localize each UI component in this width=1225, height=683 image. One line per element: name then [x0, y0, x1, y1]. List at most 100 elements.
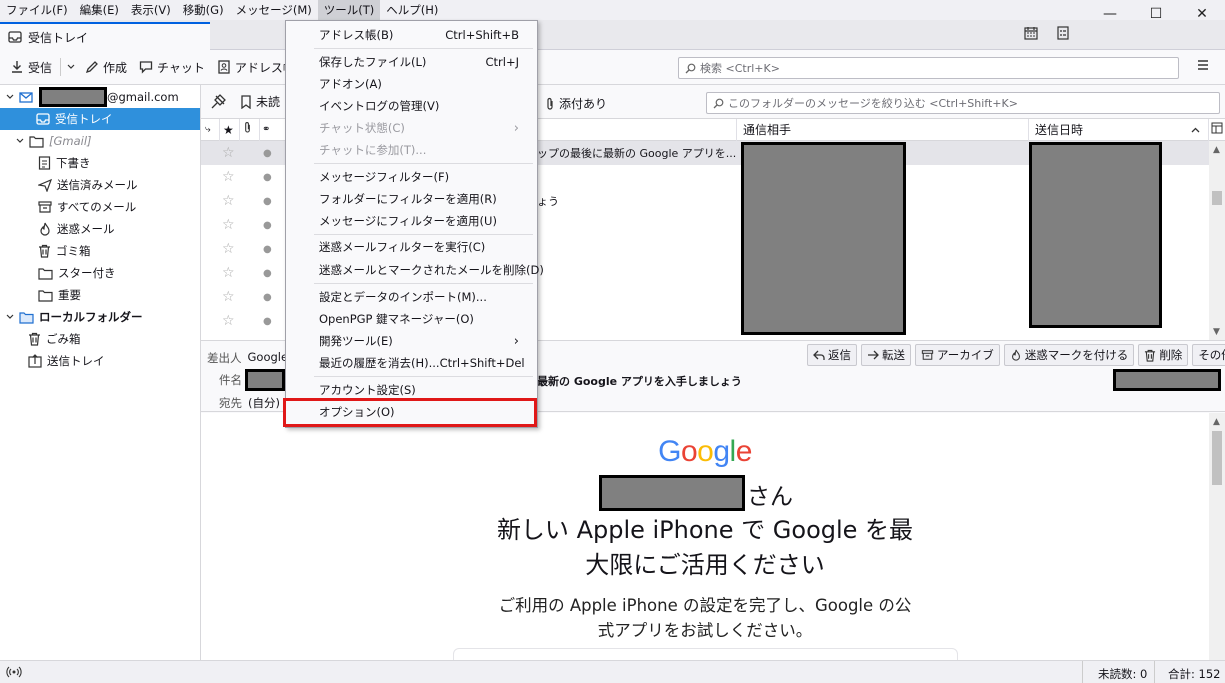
thread-column[interactable]: ⤷ — [201, 119, 217, 141]
column-picker[interactable] — [1208, 119, 1225, 141]
menu-edit[interactable]: 編集(E) — [74, 0, 125, 20]
star-column[interactable]: ★ — [219, 119, 237, 141]
menu-item-openpgp[interactable]: OpenPGP 鍵マネージャー(O) — [286, 308, 537, 330]
archive-button[interactable]: アーカイブ — [915, 344, 1000, 366]
read-status-icon[interactable]: ● — [263, 292, 272, 303]
star-icon[interactable]: ☆ — [222, 193, 235, 209]
correspondent-column[interactable]: 通信相手 — [736, 119, 1028, 141]
folder-local[interactable]: ローカルフォルダー — [0, 306, 200, 328]
folder-label: スター付き — [58, 266, 116, 280]
read-status-icon[interactable]: ● — [263, 172, 272, 183]
menu-help[interactable]: ヘルプ(H) — [380, 0, 444, 20]
tasks-icon[interactable] — [1056, 26, 1070, 40]
app-menu-button[interactable] — [1196, 58, 1210, 75]
read-status-icon[interactable]: ● — [263, 196, 272, 207]
folder-inbox[interactable]: 受信トレイ — [0, 108, 200, 130]
menu-item-event-log[interactable]: イベントログの管理(V) — [286, 95, 537, 117]
scroll-down-icon[interactable]: ▼ — [1213, 327, 1220, 337]
folder-label: [Gmail] — [49, 134, 92, 148]
calendar-icon[interactable] — [1024, 26, 1038, 40]
menu-item-address-book[interactable]: アドレス帳(B) Ctrl+Shift+B — [286, 24, 537, 46]
menu-item-apply-filters-folder[interactable]: フォルダーにフィルターを適用(R) — [286, 188, 537, 210]
menu-item-label: 設定とデータのインポート(M)... — [319, 290, 487, 304]
mark-junk-button[interactable]: 迷惑マークを付ける — [1003, 344, 1135, 366]
folder-drafts[interactable]: 下書き — [0, 152, 200, 174]
folder-sent[interactable]: 送信済みメール — [0, 174, 200, 196]
read-status-icon[interactable]: ● — [263, 220, 272, 231]
menu-item-clear-history[interactable]: 最近の履歴を消去(H)... Ctrl+Shift+Del — [286, 352, 537, 374]
chat-button[interactable]: チャット — [133, 54, 211, 80]
menu-item-dev-tools[interactable]: 開発ツール(E) › — [286, 330, 537, 352]
menu-item-message-filters[interactable]: メッセージフィルター(F) — [286, 166, 537, 188]
trash-icon — [1145, 349, 1156, 362]
tools-menu: アドレス帳(B) Ctrl+Shift+B 保存したファイル(L) Ctrl+J… — [285, 20, 544, 428]
folder-trash[interactable]: ゴミ箱 — [0, 240, 200, 262]
folder-label: 送信済みメール — [57, 178, 138, 192]
menu-item-saved-files[interactable]: 保存したファイル(L) Ctrl+J — [286, 51, 537, 73]
thread-scrollbar[interactable]: ▲ ▼ — [1209, 141, 1225, 340]
filter-attachments-button[interactable]: 添付あり — [545, 95, 607, 112]
menu-item-delete-junk[interactable]: 迷惑メールとマークされたメールを削除(D) — [286, 259, 544, 281]
date-column[interactable]: 送信日時 — [1028, 119, 1208, 141]
star-icon[interactable]: ☆ — [222, 217, 235, 233]
folder-filter-input[interactable]: このフォルダーのメッセージを絞り込む <Ctrl+Shift+K> — [706, 92, 1220, 114]
star-icon[interactable]: ☆ — [222, 289, 235, 305]
scroll-up-icon[interactable]: ▲ — [1213, 145, 1220, 155]
connection-status-icon[interactable] — [6, 665, 22, 679]
star-icon[interactable]: ☆ — [222, 241, 235, 257]
compose-button[interactable]: 作成 — [79, 54, 133, 80]
star-icon[interactable]: ☆ — [222, 313, 235, 329]
menu-go[interactable]: 移動(G) — [177, 0, 230, 20]
star-icon[interactable]: ☆ — [222, 169, 235, 185]
menu-view[interactable]: 表示(V) — [125, 0, 177, 20]
menu-item-addons[interactable]: アドオン(A) — [286, 73, 537, 95]
search-icon — [713, 98, 724, 108]
menu-tools[interactable]: ツール(T) — [317, 0, 381, 20]
folder-outbox[interactable]: 送信トレイ — [0, 350, 200, 372]
menu-item-join-chat[interactable]: チャットに参加(T)... — [286, 139, 537, 161]
tab-inbox[interactable]: 受信トレイ — [0, 22, 210, 50]
delete-button[interactable]: 削除 — [1138, 344, 1189, 366]
menu-item-chat-status[interactable]: チャット状態(C) › — [286, 117, 537, 139]
menu-item-apply-filters-message[interactable]: メッセージにフィルターを適用(U) — [286, 210, 537, 232]
archive-label: アーカイブ — [937, 348, 994, 362]
scrollbar-thumb[interactable] — [1212, 191, 1222, 205]
filter-unread-button[interactable]: 未読 — [240, 93, 280, 110]
body-scrollbar[interactable]: ▲ — [1209, 413, 1225, 660]
folder-icon — [29, 135, 44, 148]
read-column[interactable]: ⚭ — [259, 119, 277, 141]
global-search-input[interactable]: 検索 <Ctrl+K> — [678, 57, 1179, 79]
star-icon[interactable]: ☆ — [222, 265, 235, 281]
from-value[interactable]: Google — [248, 350, 289, 366]
scrollbar-thumb[interactable] — [1212, 431, 1222, 485]
scroll-up-icon[interactable]: ▲ — [1213, 417, 1220, 427]
to-value[interactable]: (自分) — [248, 395, 280, 411]
menu-message[interactable]: メッセージ(M) — [230, 0, 318, 20]
read-status-icon[interactable]: ● — [263, 268, 272, 279]
attachment-column[interactable] — [239, 119, 257, 141]
forward-button[interactable]: 転送 — [861, 344, 911, 366]
more-button[interactable]: その他 — [1192, 344, 1225, 366]
folder-gmail[interactable]: [Gmail] — [0, 130, 200, 152]
reply-button[interactable]: 返信 — [807, 344, 857, 366]
address-book-icon — [218, 60, 230, 74]
read-status-icon[interactable]: ● — [263, 244, 272, 255]
menu-item-run-junk-filter[interactable]: 迷惑メールフィルターを実行(C) — [286, 236, 537, 258]
mail-account-icon — [19, 91, 33, 103]
star-icon[interactable]: ☆ — [222, 145, 235, 161]
menu-item-import[interactable]: 設定とデータのインポート(M)... — [286, 286, 537, 308]
pin-icon[interactable] — [211, 94, 226, 109]
read-status-icon[interactable]: ● — [263, 316, 272, 327]
folder-local-trash[interactable]: ごみ箱 — [0, 328, 200, 350]
folder-spam[interactable]: 迷惑メール — [0, 218, 200, 240]
read-status-icon[interactable]: ● — [263, 148, 272, 159]
folder-important[interactable]: 重要 — [0, 284, 200, 306]
get-mail-button[interactable]: 受信 — [4, 54, 58, 80]
mark-junk-label: 迷惑マークを付ける — [1024, 348, 1129, 362]
folder-starred[interactable]: スター付き — [0, 262, 200, 284]
menu-file[interactable]: ファイル(F) — [0, 0, 74, 20]
folder-account[interactable]: @gmail.com — [0, 86, 200, 108]
get-mail-dropdown[interactable] — [63, 54, 79, 80]
folder-all-mail[interactable]: すべてのメール — [0, 196, 200, 218]
paperclip-icon — [245, 122, 250, 133]
